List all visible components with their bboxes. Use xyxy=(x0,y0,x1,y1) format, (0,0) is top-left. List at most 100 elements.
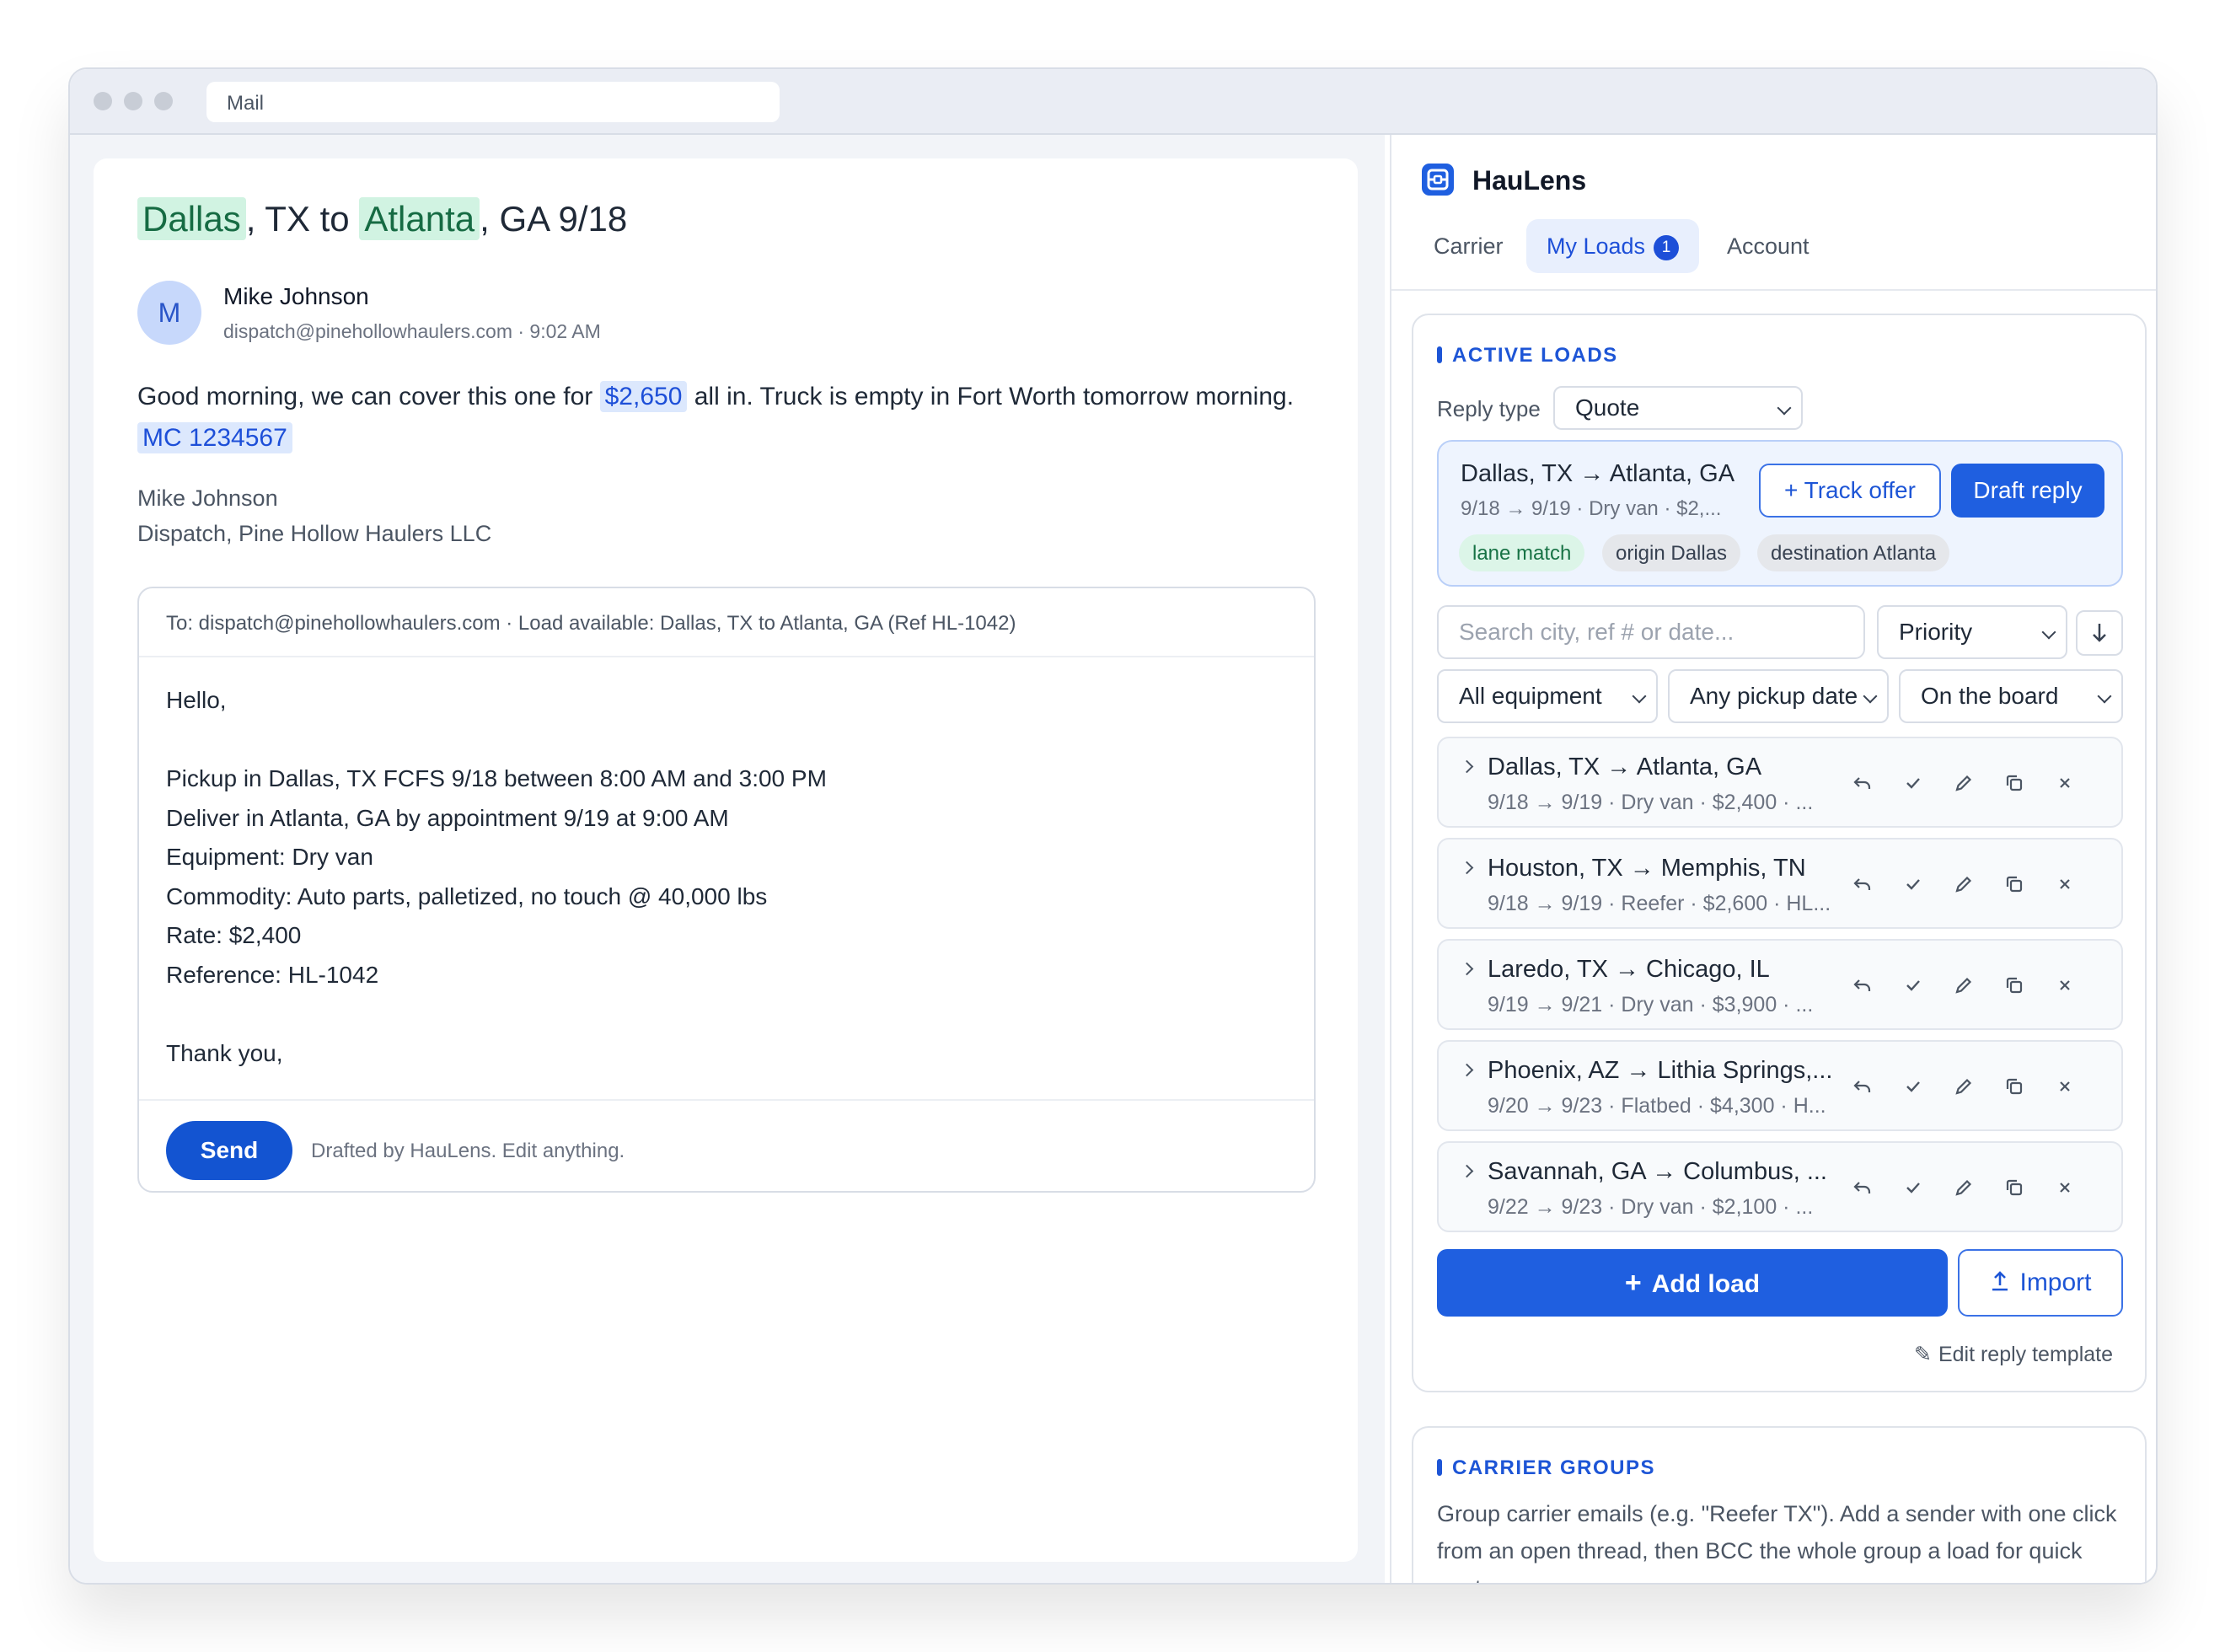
load-row[interactable]: Savannah, GA → Columbus, ... 9/22 → 9/23… xyxy=(1437,1141,2123,1232)
load-details: 9/18 → 9/19 · Dry van · $2,400 · ... xyxy=(1488,791,1814,814)
copy-icon[interactable] xyxy=(2002,973,2027,998)
status-filter[interactable]: On the board xyxy=(1899,669,2123,723)
track-offer-button[interactable]: + Track offer xyxy=(1759,464,1941,518)
reply-icon[interactable] xyxy=(1850,973,1875,998)
tab-divider xyxy=(1391,289,2156,291)
check-icon[interactable] xyxy=(1901,770,1926,796)
signature-company: Dispatch, Pine Hollow Haulers LLC xyxy=(137,521,492,546)
select-value: All equipment xyxy=(1459,683,1602,709)
rate-highlight[interactable]: $2,650 xyxy=(599,381,688,412)
pencil-small-icon: ✎ xyxy=(1914,1343,1932,1366)
copy-icon[interactable] xyxy=(2002,770,2027,796)
load-row[interactable]: Dallas, TX → Atlanta, GA 9/18 → 9/19 · D… xyxy=(1437,737,2123,828)
pencil-icon[interactable] xyxy=(1951,770,1976,796)
edit-template-label: Edit reply template xyxy=(1938,1343,2113,1366)
matched-load-card: Dallas, TX → Atlanta, GA 9/18 → 9/19 · D… xyxy=(1437,440,2123,587)
load-row[interactable]: Phoenix, AZ → Lithia Springs,... 9/20 → … xyxy=(1437,1040,2123,1131)
select-value: Any pickup date xyxy=(1690,683,1858,709)
close-icon[interactable] xyxy=(2052,1074,2078,1099)
avatar: M xyxy=(137,281,201,345)
sort-select[interactable]: Priority xyxy=(1877,605,2067,659)
window-zoom-dot[interactable] xyxy=(154,92,173,110)
close-icon[interactable] xyxy=(2052,973,2078,998)
section-heading: CARRIER GROUPS xyxy=(1437,1456,1655,1480)
window-close-dot[interactable] xyxy=(94,92,112,110)
load-row[interactable]: Laredo, TX → Chicago, IL 9/19 → 9/21 · D… xyxy=(1437,939,2123,1030)
email-signature: Mike Johnson Dispatch, Pine Hollow Hauler… xyxy=(137,480,491,551)
reply-header: To: dispatch@pinehollowhaulers.com · Loa… xyxy=(139,588,1314,657)
check-icon[interactable] xyxy=(1901,1175,1926,1200)
load-title: Laredo, TX → Chicago, IL xyxy=(1488,956,1770,983)
reply-icon[interactable] xyxy=(1850,1074,1875,1099)
tab-my-loads[interactable]: My Loads 1 xyxy=(1526,219,1700,273)
send-button[interactable]: Send xyxy=(166,1121,292,1180)
search-input[interactable]: Search city, ref # or date... xyxy=(1437,605,1865,659)
address-bar[interactable]: Mail xyxy=(206,82,780,122)
close-icon[interactable] xyxy=(2052,1175,2078,1200)
reply-icon[interactable] xyxy=(1850,1175,1875,1200)
active-loads-card: ACTIVE LOADS Reply type Quote Dallas, TX… xyxy=(1412,314,2147,1392)
reply-icon[interactable] xyxy=(1850,872,1875,897)
tab-carrier[interactable]: Carrier xyxy=(1413,219,1524,273)
carrier-groups-card: CARRIER GROUPS Group carrier emails (e.g… xyxy=(1412,1426,2147,1583)
check-icon[interactable] xyxy=(1901,973,1926,998)
reply-type-select[interactable]: Quote xyxy=(1553,386,1803,430)
copy-icon[interactable] xyxy=(2002,872,2027,897)
chevron-right-icon[interactable] xyxy=(1460,962,1474,976)
mail-pane: Dallas, TX to Atlanta, GA 9/18 M Mike Jo… xyxy=(70,135,1385,1583)
reply-footer: Send Drafted by HauLens. Edit anything. xyxy=(139,1099,1314,1193)
upload-icon xyxy=(1992,1271,2008,1291)
add-load-label: Add load xyxy=(1651,1270,1761,1298)
chevron-down-icon xyxy=(1863,689,1878,704)
chevron-down-icon xyxy=(1632,689,1647,704)
select-value: On the board xyxy=(1921,683,2059,709)
load-title: Houston, TX → Memphis, TN xyxy=(1488,855,1806,882)
draft-reply-button[interactable]: Draft reply xyxy=(1951,464,2104,518)
close-icon[interactable] xyxy=(2052,872,2078,897)
import-label: Import xyxy=(2019,1268,2092,1296)
close-icon[interactable] xyxy=(2052,770,2078,796)
chevron-right-icon[interactable] xyxy=(1460,1164,1474,1178)
mc-number-highlight[interactable]: MC 1234567 xyxy=(137,422,292,453)
tab-account[interactable]: Account xyxy=(1707,219,1830,273)
equipment-filter[interactable]: All equipment xyxy=(1437,669,1658,723)
chevron-down-icon xyxy=(2041,625,2056,640)
load-details: 9/22 → 9/23 · Dry van · $2,100 · ... xyxy=(1488,1195,1814,1219)
pickup-date-filter[interactable]: Any pickup date xyxy=(1668,669,1889,723)
reply-type-label: Reply type xyxy=(1437,396,1541,421)
pencil-icon[interactable] xyxy=(1951,1175,1976,1200)
chevron-right-icon[interactable] xyxy=(1460,861,1474,875)
search-placeholder: Search city, ref # or date... xyxy=(1459,619,1734,645)
matched-load-details: 9/18 → 9/19 · Dry van · $2,... xyxy=(1461,497,1722,520)
chevron-right-icon[interactable] xyxy=(1460,1063,1474,1077)
reply-icon[interactable] xyxy=(1850,770,1875,796)
email-body: Good morning, we can cover this one for … xyxy=(137,376,1334,459)
sender-meta: dispatch@pinehollowhaulers.com · 9:02 AM xyxy=(223,320,601,342)
copy-icon[interactable] xyxy=(2002,1074,2027,1099)
tab-label: Carrier xyxy=(1434,233,1504,259)
pencil-icon[interactable] xyxy=(1951,973,1976,998)
pencil-icon[interactable] xyxy=(1951,872,1976,897)
origin-highlight[interactable]: Dallas xyxy=(137,197,246,240)
destination-highlight[interactable]: Atlanta xyxy=(359,197,480,240)
copy-icon[interactable] xyxy=(2002,1175,2027,1200)
load-row[interactable]: Houston, TX → Memphis, TN 9/18 → 9/19 · … xyxy=(1437,838,2123,929)
reply-body-editor[interactable]: Hello, Pickup in Dallas, TX FCFS 9/18 be… xyxy=(166,681,827,1073)
load-details: 9/18 → 9/19 · Reefer · $2,600 · HL... xyxy=(1488,892,1831,915)
import-button[interactable]: Import xyxy=(1958,1249,2123,1317)
load-title: Phoenix, AZ → Lithia Springs,... xyxy=(1488,1057,1833,1084)
edit-reply-template-link[interactable]: ✎ Edit reply template xyxy=(1914,1342,2113,1367)
add-load-button[interactable]: + Add load xyxy=(1437,1249,1948,1317)
pencil-icon[interactable] xyxy=(1951,1074,1976,1099)
matched-load-title: Dallas, TX → Atlanta, GA xyxy=(1461,460,1735,487)
tab-label: Account xyxy=(1727,233,1809,259)
sort-direction-button[interactable] xyxy=(2076,610,2123,656)
haulens-sidebar: HauLens Carrier My Loads 1 Account ACTIVE… xyxy=(1390,135,2156,1583)
section-heading: ACTIVE LOADS xyxy=(1437,344,1618,367)
app-logo-icon xyxy=(1422,164,1454,196)
chevron-right-icon[interactable] xyxy=(1460,759,1474,774)
check-icon[interactable] xyxy=(1901,872,1926,897)
window-titlebar: Mail xyxy=(70,69,2156,135)
check-icon[interactable] xyxy=(1901,1074,1926,1099)
window-minimize-dot[interactable] xyxy=(124,92,142,110)
